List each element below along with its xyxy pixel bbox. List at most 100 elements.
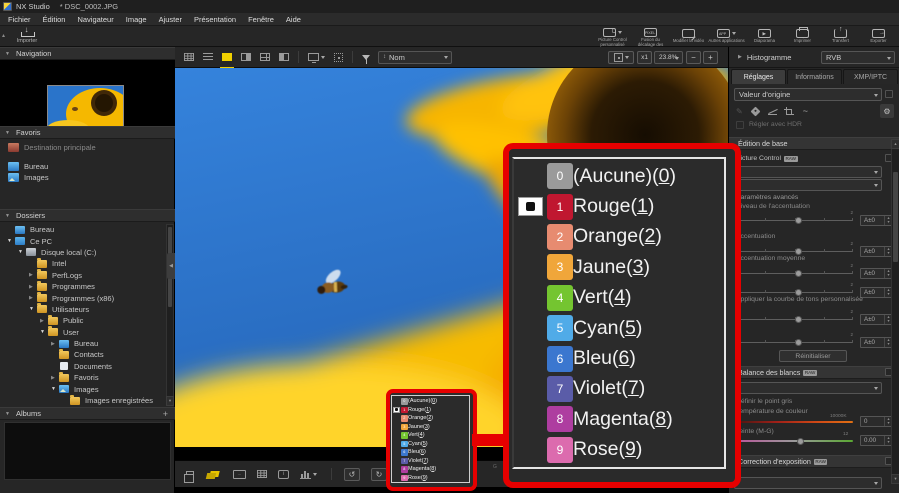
menu-dition[interactable]: Édition xyxy=(37,13,72,26)
channel-dropdown[interactable]: RVB xyxy=(821,51,895,64)
tree-item-bureau[interactable]: ▶Bureau xyxy=(0,338,175,349)
scroll-down-icon[interactable]: ▾ xyxy=(166,396,174,406)
quad-view-icon[interactable] xyxy=(260,50,270,65)
tool-slideshow[interactable]: Diaporama xyxy=(746,26,783,47)
zoom-level-dropdown[interactable]: 23.8% xyxy=(654,51,683,64)
color-temp-value[interactable]: 0▲▼ xyxy=(860,416,893,427)
menu-image[interactable]: Image xyxy=(120,13,153,26)
label-menu-item-cyan[interactable]: 5Cyan(5) xyxy=(392,440,469,449)
hdr-checkbox[interactable] xyxy=(736,121,744,129)
chevron-down-icon[interactable]: ▼ xyxy=(51,386,59,392)
image-view-icon[interactable] xyxy=(222,50,232,65)
label-menu-item-rouge[interactable]: 1Rouge(1) xyxy=(514,191,724,221)
favorite-item-destination-principale[interactable]: Destination principale xyxy=(0,142,175,153)
label-menu-item-violet[interactable]: 7Violet(7) xyxy=(514,374,724,404)
edit-icon[interactable]: ✎ xyxy=(736,107,743,116)
list-view-icon[interactable] xyxy=(203,50,213,65)
gray-point-label[interactable]: Définir le point gris xyxy=(736,398,792,405)
chevron-right-icon[interactable]: ▶ xyxy=(29,272,37,278)
sort-dropdown[interactable]: ↕ Nom xyxy=(378,51,452,64)
tree-item-intel[interactable]: Intel xyxy=(0,258,175,269)
collapse-toolbar-icon[interactable]: ▴ xyxy=(2,32,5,39)
reset-button[interactable]: Réinitialiser xyxy=(779,350,847,362)
tree-item-bureau[interactable]: Bureau xyxy=(0,224,175,235)
tag-icon[interactable] xyxy=(750,106,760,116)
exposure-dropdown[interactable] xyxy=(734,477,882,489)
menu-prsentation[interactable]: Présentation xyxy=(188,13,242,26)
picture-control-dropdown-2[interactable] xyxy=(734,179,882,191)
label-menu-item-bleu[interactable]: 6Bleu(6) xyxy=(514,343,724,373)
metadata-icon[interactable]: ··· xyxy=(233,466,246,482)
labels-icon[interactable] xyxy=(210,466,219,482)
tab-rglages[interactable]: Réglages xyxy=(731,69,786,84)
chevron-right-icon[interactable]: ▶ xyxy=(29,284,37,290)
scroll-down-icon[interactable]: ▾ xyxy=(891,474,899,484)
tint-value[interactable]: 0.00▲▼ xyxy=(860,435,893,446)
label-menu-item-jaune[interactable]: 3Jaune(3) xyxy=(392,423,469,432)
slider-value[interactable]: A±0▲▼ xyxy=(860,337,893,348)
chevron-right-icon[interactable]: ▶ xyxy=(29,295,37,301)
tab-informations[interactable]: Informations xyxy=(787,69,842,84)
slider-handle[interactable] xyxy=(797,438,804,445)
tree-scrollbar[interactable] xyxy=(166,224,174,406)
slider-track[interactable] xyxy=(736,251,853,252)
redo-button[interactable]: ↻ xyxy=(371,468,387,481)
tree-item-user[interactable]: ▼User xyxy=(0,327,175,338)
tree-item-disque-local--c--[interactable]: ▼Disque local (C:) xyxy=(0,247,175,258)
slider-track[interactable] xyxy=(736,273,853,274)
label-menu-item-aucune[interactable]: 0(Aucune)(0) xyxy=(514,161,724,191)
zoom-out-button[interactable]: − xyxy=(686,51,701,64)
tool-upload[interactable]: Transfert xyxy=(822,26,859,47)
advanced-params-label[interactable]: Paramètres avancés xyxy=(736,194,798,201)
menu-navigateur[interactable]: Navigateur xyxy=(71,13,119,26)
menu-ajuster[interactable]: Ajuster xyxy=(153,13,188,26)
section-base-edit[interactable]: Édition de base xyxy=(729,137,899,150)
tint-slider[interactable] xyxy=(736,440,853,442)
tree-item-images[interactable]: ▼Images xyxy=(0,383,175,394)
preset-dropdown[interactable]: Valeur d'origine xyxy=(734,88,882,101)
panel-scrollbar[interactable] xyxy=(891,139,899,484)
white-balance-dropdown[interactable] xyxy=(734,382,882,394)
chevron-right-icon[interactable]: ▶ xyxy=(40,318,48,324)
tree-item-documents[interactable]: Documents xyxy=(0,361,175,372)
undo-button[interactable]: ↺ xyxy=(344,468,360,481)
picture-control-dropdown-1[interactable] xyxy=(734,166,882,178)
tool-pixel-shift[interactable]: Fusion du décalage des pixels xyxy=(632,26,669,47)
label-menu-item-bleu[interactable]: 6Bleu(6) xyxy=(392,448,469,457)
albums-panel-header[interactable]: ▼ Albums + xyxy=(0,407,175,420)
chevron-right-icon[interactable]: ▶ xyxy=(51,341,59,347)
chevron-right-icon[interactable]: ▶ xyxy=(51,375,59,381)
menu-fentre[interactable]: Fenêtre xyxy=(242,13,280,26)
slider-value[interactable]: A±0▲▼ xyxy=(860,246,893,257)
straighten-icon[interactable] xyxy=(768,108,777,115)
tab-xmpiptc[interactable]: XMP/IPTC xyxy=(843,69,898,84)
color-temp-slider[interactable] xyxy=(736,421,853,423)
slider-value[interactable]: A±0▲▼ xyxy=(860,287,893,298)
slider-handle[interactable] xyxy=(795,217,802,224)
label-menu-item-cyan[interactable]: 5Cyan(5) xyxy=(514,313,724,343)
fit-screen-dropdown[interactable] xyxy=(608,51,634,64)
slider-value[interactable]: A±0▲▼ xyxy=(860,215,893,226)
tree-item-ce-pc[interactable]: ▼Ce PC xyxy=(0,235,175,246)
zoom-in-button[interactable]: + xyxy=(703,51,718,64)
chevron-down-icon[interactable]: ▼ xyxy=(18,249,26,255)
tree-item-images-enregistr-es[interactable]: Images enregistrées xyxy=(0,395,175,406)
slider-value[interactable]: A±0▲▼ xyxy=(860,268,893,279)
folders-panel-header[interactable]: ▼ Dossiers xyxy=(0,209,175,222)
label-menu-item-orange[interactable]: 2Orange(2) xyxy=(514,222,724,252)
zoom-1to1-button[interactable]: x1 xyxy=(637,51,652,64)
tree-item-contacts[interactable]: Contacts xyxy=(0,349,175,360)
favorite-item-bureau[interactable]: Bureau xyxy=(0,161,175,172)
menu-fichier[interactable]: Fichier xyxy=(2,13,37,26)
filter-icon[interactable] xyxy=(362,50,370,65)
label-menu-item-aucune[interactable]: 0(Aucune)(0) xyxy=(392,397,469,406)
favorites-panel-header[interactable]: ▼ Favoris xyxy=(0,126,175,139)
tree-item-public[interactable]: ▶Public xyxy=(0,315,175,326)
grid-view-icon[interactable] xyxy=(184,50,194,65)
add-album-button[interactable]: + xyxy=(163,409,168,419)
tool-other-apps[interactable]: Autres applications xyxy=(708,26,745,47)
stack-icon[interactable] xyxy=(186,466,194,482)
slider-handle[interactable] xyxy=(795,339,802,346)
label-menu-item-rose[interactable]: 9Rose(9) xyxy=(392,474,469,483)
second-monitor-icon[interactable] xyxy=(308,50,325,65)
